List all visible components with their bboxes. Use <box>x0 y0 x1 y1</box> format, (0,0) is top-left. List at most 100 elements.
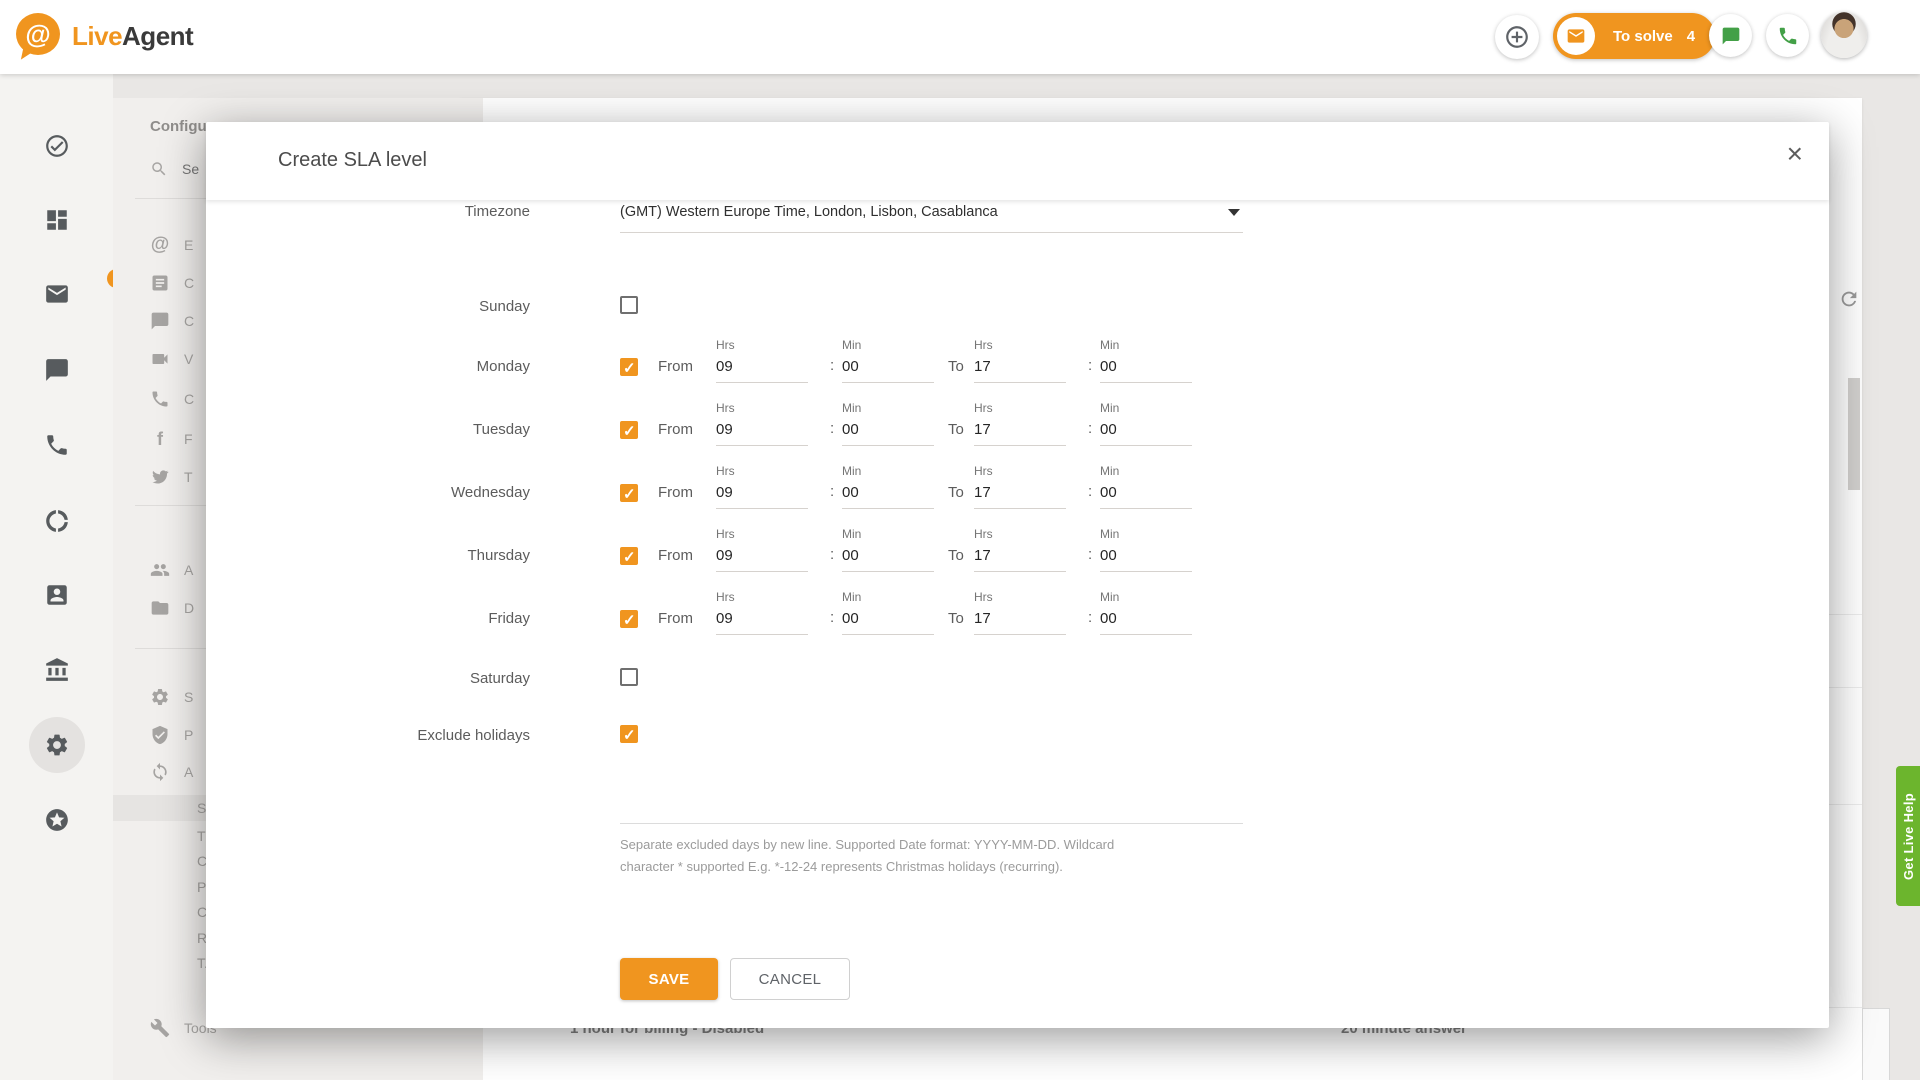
close-icon[interactable]: × <box>1787 140 1803 168</box>
panel-item-label: C <box>184 391 194 407</box>
rail-tasks-button[interactable] <box>0 124 113 168</box>
wrench-icon <box>150 1018 170 1038</box>
from-label: From <box>658 481 693 505</box>
panel-item-label: D <box>184 600 194 616</box>
to-min-input[interactable] <box>1100 544 1192 572</box>
saturday-checkbox[interactable] <box>620 668 638 686</box>
panel-item-label: P <box>184 727 193 743</box>
rail-calls-button[interactable] <box>0 423 113 467</box>
nav-rail: 1 <box>0 74 113 1080</box>
day-row-sunday: Sunday <box>206 295 1829 319</box>
chat-icon <box>1721 26 1741 46</box>
liveagent-logo[interactable]: @ LiveAgent <box>16 13 193 59</box>
hrs-label: Hrs <box>716 527 808 544</box>
row-divider <box>1828 1007 1862 1008</box>
modal-header: Create SLA level × <box>206 122 1829 200</box>
logo-live-text: Live <box>72 21 122 51</box>
rail-gamification-button[interactable] <box>0 798 113 842</box>
to-hrs-input[interactable] <box>974 607 1066 635</box>
min-label: Min <box>842 401 934 418</box>
from-min-input[interactable] <box>842 355 934 383</box>
from-min-input[interactable] <box>842 418 934 446</box>
to-min-input[interactable] <box>1100 355 1192 383</box>
helper-text: Separate excluded days by new line. Supp… <box>620 834 1150 878</box>
to-solve-button[interactable]: To solve 4 <box>1553 13 1715 59</box>
to-hrs-input[interactable] <box>974 544 1066 572</box>
from-min-input[interactable] <box>842 481 934 509</box>
from-hrs-input[interactable] <box>716 418 808 446</box>
scrollbar-thumb[interactable] <box>1848 378 1860 490</box>
rail-settings-button[interactable] <box>0 723 113 767</box>
rail-tickets-button[interactable]: 1 <box>0 274 113 318</box>
from-min-field: Min <box>842 338 934 383</box>
to-label: To <box>948 607 964 631</box>
day-label: Monday <box>206 355 530 379</box>
wednesday-checkbox[interactable] <box>620 484 638 502</box>
contact-card-icon <box>44 582 70 608</box>
from-min-input[interactable] <box>842 607 934 635</box>
thursday-checkbox[interactable] <box>620 547 638 565</box>
rail-chats-button[interactable] <box>0 348 113 392</box>
to-label: To <box>948 355 964 379</box>
chat-icon <box>44 357 70 383</box>
to-hrs-field: Hrs <box>974 590 1066 635</box>
from-label: From <box>658 418 693 442</box>
exclude-holidays-checkbox[interactable] <box>620 725 638 743</box>
rail-reports-button[interactable] <box>0 499 113 543</box>
colon: : <box>1088 546 1092 563</box>
calls-button[interactable] <box>1766 14 1809 57</box>
modal-title: Create SLA level <box>278 149 427 172</box>
star-circle-icon <box>44 807 70 833</box>
to-solve-mail-icon <box>1557 17 1595 55</box>
from-hrs-input[interactable] <box>716 355 808 383</box>
twitter-icon <box>150 467 170 487</box>
cancel-button[interactable]: CANCEL <box>730 958 850 1000</box>
from-hrs-input[interactable] <box>716 544 808 572</box>
exclude-holidays-row: Exclude holidays <box>206 724 1829 748</box>
from-min-input[interactable] <box>842 544 934 572</box>
friday-checkbox[interactable] <box>620 610 638 628</box>
colon: : <box>830 420 834 437</box>
monday-checkbox[interactable] <box>620 358 638 376</box>
to-hrs-field: Hrs <box>974 464 1066 509</box>
save-button[interactable]: SAVE <box>620 958 718 1000</box>
to-hrs-input[interactable] <box>974 355 1066 383</box>
gear-icon <box>150 687 170 707</box>
excluded-days-textarea[interactable] <box>620 823 1243 824</box>
to-min-input[interactable] <box>1100 607 1192 635</box>
sunday-checkbox[interactable] <box>620 296 638 314</box>
folder-icon <box>150 598 170 618</box>
create-sla-level-modal: Create SLA level × Timezone (GMT) Wester… <box>206 122 1829 1028</box>
get-live-help-tab[interactable]: Get Live Help <box>1896 766 1920 906</box>
chats-button[interactable] <box>1709 14 1752 57</box>
facebook-icon: f <box>150 429 170 450</box>
rail-academy-button[interactable] <box>0 648 113 692</box>
from-hrs-field: Hrs <box>716 464 808 509</box>
from-hrs-input[interactable] <box>716 607 808 635</box>
to-min-input[interactable] <box>1100 481 1192 509</box>
tuesday-checkbox[interactable] <box>620 421 638 439</box>
to-hrs-input[interactable] <box>974 481 1066 509</box>
chevron-down-icon[interactable] <box>1228 209 1240 216</box>
rail-contacts-button[interactable] <box>0 573 113 617</box>
add-button[interactable] <box>1495 15 1539 59</box>
to-min-input[interactable] <box>1100 418 1192 446</box>
panel-item-label: C <box>184 313 194 329</box>
to-min-field: Min <box>1100 590 1192 635</box>
from-hrs-input[interactable] <box>716 481 808 509</box>
from-hrs-field: Hrs <box>716 401 808 446</box>
panel-item-label: S <box>184 689 193 705</box>
to-label: To <box>948 418 964 442</box>
refresh-icon[interactable] <box>1838 288 1860 310</box>
to-hrs-input[interactable] <box>974 418 1066 446</box>
timezone-select[interactable]: (GMT) Western Europe Time, London, Lisbo… <box>620 200 1220 224</box>
user-avatar[interactable] <box>1821 12 1867 58</box>
min-label: Min <box>1100 590 1192 607</box>
get-live-help-label: Get Live Help <box>1901 793 1916 880</box>
from-min-field: Min <box>842 590 934 635</box>
rail-dashboard-button[interactable] <box>0 198 113 242</box>
panel-item-label: A <box>184 764 193 780</box>
to-hrs-field: Hrs <box>974 401 1066 446</box>
scrollbar-corner[interactable] <box>1862 1008 1890 1080</box>
to-min-field: Min <box>1100 401 1192 446</box>
